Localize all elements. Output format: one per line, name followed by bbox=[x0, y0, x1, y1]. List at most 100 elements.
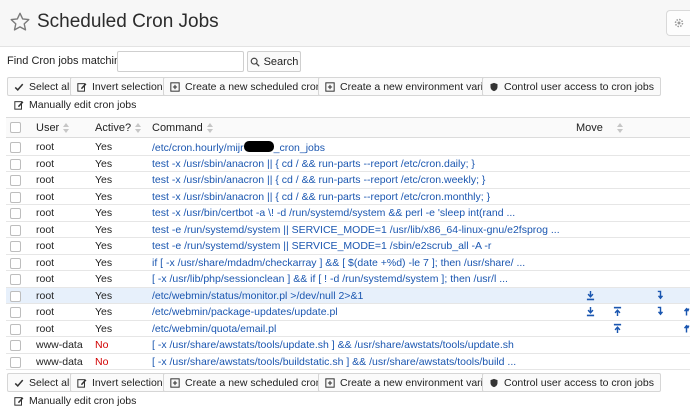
row-checkbox[interactable] bbox=[10, 208, 21, 219]
control-access-button[interactable]: Control user access to cron jobs bbox=[482, 77, 661, 96]
table-row[interactable]: root Yes /etc/webmin/quota/email.pl bbox=[6, 321, 690, 337]
manual-edit-button[interactable]: Manually edit cron jobs bbox=[7, 391, 143, 410]
control-access-label: Control user access to cron jobs bbox=[504, 80, 654, 93]
table-row[interactable]: root Yes /etc/webmin/status/monitor.pl >… bbox=[6, 287, 690, 304]
table-row[interactable]: root Yes /etc/cron.hourly/mijr _cron_jobs bbox=[6, 139, 690, 156]
row-command-link[interactable]: test -x /usr/sbin/anacron || { cd / && r… bbox=[152, 174, 485, 187]
check-icon bbox=[14, 83, 24, 91]
row-user: www-data bbox=[36, 339, 83, 351]
select-all-button[interactable]: Select all bbox=[7, 373, 79, 392]
column-header-move-label: Move bbox=[576, 122, 603, 134]
table-row[interactable]: root Yes test -e /run/systemd/system || … bbox=[6, 238, 690, 255]
create-cron-job-label: Create a new scheduled cron job bbox=[185, 80, 339, 93]
row-command-link[interactable]: /etc/webmin/status/monitor.pl >/dev/null… bbox=[152, 290, 363, 303]
column-header-move[interactable]: Move bbox=[576, 122, 623, 134]
row-checkbox[interactable] bbox=[10, 241, 21, 252]
select-all-checkbox[interactable] bbox=[10, 122, 21, 133]
page-header: Scheduled Cron Jobs bbox=[0, 0, 690, 47]
row-command-link[interactable]: [ -x /usr/share/awstats/tools/update.sh … bbox=[152, 339, 514, 352]
check-icon bbox=[14, 379, 24, 387]
move-down-icon[interactable] bbox=[656, 290, 665, 301]
row-checkbox[interactable] bbox=[10, 307, 21, 318]
search-button[interactable]: Search bbox=[247, 51, 301, 72]
row-user: root bbox=[36, 174, 55, 186]
table-row[interactable]: www-data No [ -x /usr/share/awstats/tool… bbox=[6, 337, 690, 354]
manual-edit-label: Manually edit cron jobs bbox=[29, 394, 137, 407]
row-active: Yes bbox=[95, 190, 113, 203]
search-input[interactable] bbox=[117, 51, 244, 72]
table-row[interactable]: root Yes [ -x /usr/lib/php/sessionclean … bbox=[6, 271, 690, 288]
edit-icon bbox=[14, 396, 24, 406]
move-bottom-icon[interactable] bbox=[586, 290, 595, 301]
row-checkbox[interactable] bbox=[10, 175, 21, 186]
table-row[interactable]: root Yes test -x /usr/sbin/anacron || { … bbox=[6, 156, 690, 172]
row-active: Yes bbox=[95, 240, 113, 252]
redaction-mark bbox=[243, 141, 274, 152]
row-command-link[interactable]: test -x /usr/sbin/anacron || { cd / && r… bbox=[152, 191, 490, 204]
star-icon[interactable] bbox=[9, 11, 31, 33]
row-checkbox[interactable] bbox=[10, 323, 21, 335]
page-title: Scheduled Cron Jobs bbox=[37, 11, 219, 32]
row-command-link[interactable]: [ -x /usr/share/awstats/tools/buildstati… bbox=[152, 356, 516, 369]
row-active: Yes bbox=[95, 306, 113, 318]
table-row[interactable]: root Yes test -e /run/systemd/system || … bbox=[6, 222, 690, 238]
row-checkbox[interactable] bbox=[10, 290, 21, 302]
select-all-button[interactable]: Select all bbox=[7, 77, 79, 96]
row-command-link[interactable]: /etc/webmin/quota/email.pl bbox=[152, 323, 276, 336]
move-up-icon[interactable] bbox=[682, 306, 690, 317]
control-access-label: Control user access to cron jobs bbox=[504, 376, 654, 389]
row-command-link[interactable]: if [ -x /usr/share/mdadm/checkarray ] &&… bbox=[152, 257, 525, 270]
manual-edit-button[interactable]: Manually edit cron jobs bbox=[7, 95, 143, 114]
row-command-link[interactable]: test -e /run/systemd/system || SERVICE_M… bbox=[152, 240, 491, 253]
shield-icon bbox=[490, 378, 498, 387]
settings-button[interactable] bbox=[666, 10, 690, 36]
row-user: root bbox=[36, 157, 55, 170]
invert-selection-button[interactable]: Invert selection bbox=[70, 77, 170, 96]
select-all-label: Select all bbox=[29, 376, 72, 389]
column-header-command[interactable]: Command bbox=[152, 122, 213, 134]
control-access-button[interactable]: Control user access to cron jobs bbox=[482, 373, 661, 392]
select-all-label: Select all bbox=[29, 80, 72, 93]
plus-square-icon bbox=[325, 81, 335, 92]
table-row[interactable]: root Yes if [ -x /usr/share/mdadm/checka… bbox=[6, 255, 690, 271]
row-checkbox[interactable] bbox=[10, 142, 21, 153]
row-command-link[interactable]: test -x /usr/sbin/anacron || { cd / && r… bbox=[152, 158, 475, 171]
row-command-link[interactable]: /etc/cron.hourly/mijr _cron_jobs bbox=[152, 141, 325, 155]
edit-icon bbox=[77, 378, 87, 388]
column-header-active[interactable]: Active? bbox=[95, 122, 142, 134]
row-command-link[interactable]: /etc/webmin/package-updates/update.pl bbox=[152, 306, 338, 319]
move-up-icon[interactable] bbox=[682, 323, 690, 334]
move-down-icon[interactable] bbox=[656, 306, 665, 317]
create-env-variable-label: Create a new environment variable bbox=[340, 80, 503, 93]
sort-icon bbox=[135, 123, 142, 133]
row-command-link[interactable]: [ -x /usr/lib/php/sessionclean ] && if [… bbox=[152, 273, 508, 286]
move-top-icon[interactable] bbox=[613, 323, 622, 334]
row-command-link[interactable]: test -x /usr/bin/certbot -a \! -d /run/s… bbox=[152, 207, 515, 220]
table-row[interactable]: root Yes test -x /usr/bin/certbot -a \! … bbox=[6, 205, 690, 222]
row-active: Yes bbox=[95, 207, 113, 219]
sort-icon bbox=[616, 123, 623, 133]
row-active: Yes bbox=[95, 322, 113, 335]
row-checkbox[interactable] bbox=[10, 191, 21, 203]
row-checkbox[interactable] bbox=[10, 274, 21, 285]
table-row[interactable]: www-data No [ -x /usr/share/awstats/tool… bbox=[6, 354, 690, 370]
table-row[interactable]: root Yes /etc/webmin/package-updates/upd… bbox=[6, 304, 690, 321]
plus-square-icon bbox=[325, 377, 335, 388]
row-checkbox[interactable] bbox=[10, 340, 21, 351]
row-checkbox[interactable] bbox=[10, 356, 21, 368]
table-row[interactable]: root Yes test -x /usr/sbin/anacron || { … bbox=[6, 172, 690, 189]
row-active: Yes bbox=[95, 157, 113, 170]
move-top-icon[interactable] bbox=[613, 306, 622, 317]
row-checkbox[interactable] bbox=[10, 224, 21, 236]
invert-selection-button[interactable]: Invert selection bbox=[70, 373, 170, 392]
row-active: Yes bbox=[95, 174, 113, 186]
row-command-link[interactable]: test -e /run/systemd/system || SERVICE_M… bbox=[152, 224, 560, 237]
gear-icon bbox=[674, 18, 683, 28]
table-header: User Active? Command Move bbox=[6, 118, 690, 138]
table-row[interactable]: root Yes test -x /usr/sbin/anacron || { … bbox=[6, 189, 690, 205]
row-checkbox[interactable] bbox=[10, 257, 21, 269]
column-header-user[interactable]: User bbox=[36, 122, 70, 134]
row-active: Yes bbox=[95, 223, 113, 236]
move-bottom-icon[interactable] bbox=[586, 306, 595, 317]
row-checkbox[interactable] bbox=[10, 158, 21, 170]
